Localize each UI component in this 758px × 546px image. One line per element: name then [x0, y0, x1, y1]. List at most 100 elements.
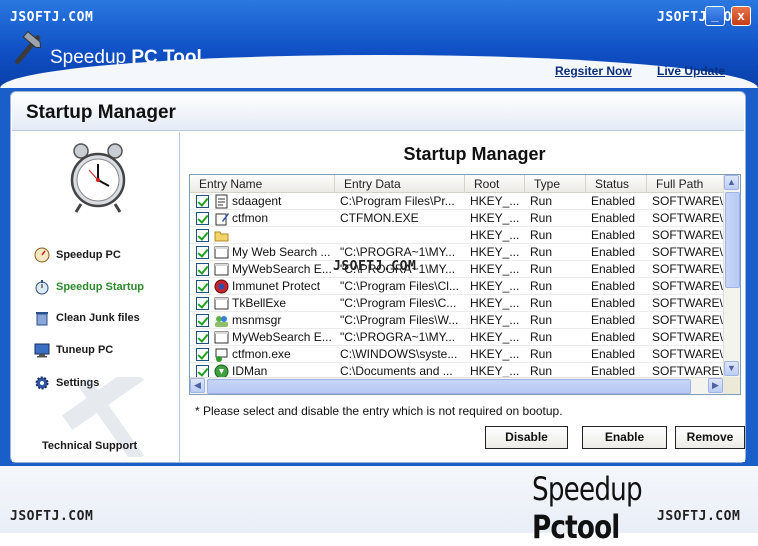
- table-row[interactable]: TkBellExe "C:\Program Files\C... HKEY_... R…: [190, 295, 724, 312]
- cell-type: Run: [530, 313, 553, 327]
- gear-icon: [35, 376, 49, 390]
- row-enabled-checkbox[interactable]: [196, 348, 209, 361]
- row-enabled-checkbox[interactable]: [196, 297, 209, 310]
- stopwatch-icon: [35, 280, 49, 295]
- cell-path: SOFTWARE\...: [652, 364, 724, 377]
- vertical-scrollbar[interactable]: ▲ ▼: [723, 175, 740, 377]
- cell-type: Run: [530, 330, 553, 344]
- hammer-logo-icon: [14, 30, 42, 65]
- monitor-icon: [34, 343, 50, 358]
- table-header: Entry Name Entry Data Root Type Status F…: [190, 175, 724, 193]
- table-row[interactable]: ctfmon CTFMON.EXE HKEY_... Run Enabled SOFTWA…: [190, 210, 724, 227]
- cell-status: Enabled: [591, 194, 636, 208]
- sidebar-item-speedup-startup[interactable]: Speedup Startup: [34, 277, 144, 297]
- cell-root: HKEY_...: [470, 330, 520, 344]
- minimize-button[interactable]: _: [705, 6, 725, 26]
- column-header-type[interactable]: Type: [525, 175, 586, 193]
- table-row[interactable]: MyWebSearch E... "C:\PROGRA~1\MY... HKEY_.…: [190, 261, 724, 278]
- folder-icon: [214, 231, 229, 242]
- cell-data: "C:\PROGRA~1\MY...: [340, 330, 456, 344]
- sidebar-item-speedup-pc[interactable]: Speedup PC: [34, 245, 121, 265]
- table-row[interactable]: HKEY_... Run Enabled SOFTWARE\...: [190, 227, 724, 244]
- cell-name: [230, 227, 335, 244]
- cell-root: HKEY_...: [470, 313, 520, 327]
- row-enabled-checkbox[interactable]: [196, 314, 209, 327]
- app-window: Speedup PC Tool JSOFTJ.COM JSOFTJ.COM _ …: [0, 0, 758, 546]
- scroll-down-button[interactable]: ▼: [724, 361, 739, 376]
- row-enabled-checkbox[interactable]: [196, 365, 209, 377]
- trash-icon: [36, 312, 48, 326]
- disable-button[interactable]: Disable: [485, 426, 568, 449]
- cell-data: "C:\Program Files\Cl...: [340, 279, 459, 293]
- scroll-right-button[interactable]: ▶: [708, 378, 723, 393]
- table-row[interactable]: Immunet Protect "C:\Program Files\Cl... HK…: [190, 278, 724, 295]
- table-row[interactable]: IDMan C:\Documents and ... HKEY_... Run Enab…: [190, 363, 724, 377]
- sidebar-item-tuneup-pc[interactable]: Tuneup PC: [34, 340, 113, 360]
- table-row[interactable]: MyWebSearch E... "C:\PROGRA~1\MY... HKEY_.…: [190, 329, 724, 346]
- row-enabled-checkbox[interactable]: [196, 246, 209, 259]
- cell-status: Enabled: [591, 245, 636, 259]
- row-enabled-checkbox[interactable]: [196, 263, 209, 276]
- startup-entries-table: Entry Name Entry Data Root Type Status F…: [189, 174, 741, 395]
- row-enabled-checkbox[interactable]: [196, 280, 209, 293]
- row-enabled-checkbox[interactable]: [196, 195, 209, 208]
- cell-type: Run: [530, 245, 553, 259]
- cell-name: My Web Search ...: [232, 245, 331, 259]
- technical-support-link[interactable]: Technical Support: [42, 440, 137, 452]
- cell-status: Enabled: [591, 211, 636, 225]
- cell-status: Enabled: [591, 330, 636, 344]
- scroll-left-button[interactable]: ◀: [190, 378, 205, 393]
- main-panel: Startup Manager Speedup PC Speedup Start…: [10, 91, 746, 463]
- cell-name: Immunet Protect: [232, 279, 321, 293]
- close-button[interactable]: x: [731, 6, 751, 26]
- horizontal-scrollbar[interactable]: ◀ ▶: [190, 377, 724, 394]
- footer-brand-light: Speedup: [532, 470, 643, 508]
- register-link[interactable]: Regsiter Now: [555, 64, 632, 78]
- row-enabled-checkbox[interactable]: [196, 212, 209, 225]
- speedometer-icon: [34, 247, 50, 263]
- cell-status: Enabled: [591, 296, 636, 310]
- column-header-full-path[interactable]: Full Path: [647, 175, 724, 193]
- cell-root: HKEY_...: [470, 211, 520, 225]
- live-update-link[interactable]: Live Update: [657, 64, 725, 78]
- cell-data: "C:\Program Files\W...: [340, 313, 459, 327]
- cell-path: SOFTWARE\...: [652, 313, 724, 327]
- scroll-up-button[interactable]: ▲: [724, 175, 739, 190]
- app-title-bold: PC Tool: [131, 47, 202, 68]
- sidebar-item-label: Clean Junk files: [56, 312, 140, 324]
- cell-type: Run: [530, 211, 553, 225]
- shield-icon: [214, 279, 229, 294]
- table-row[interactable]: My Web Search ... "C:\PROGRA~1\MY... HKEY_…: [190, 244, 724, 261]
- row-enabled-checkbox[interactable]: [196, 229, 209, 242]
- cell-name: msnmsgr: [232, 313, 282, 327]
- watermark-bottom-left: JSOFTJ.COM: [10, 509, 94, 524]
- content-title: Startup Manager: [403, 144, 546, 164]
- watermark-center: JSOFTJ.COM: [333, 259, 417, 274]
- content-area: Startup Manager Entry Name Entry Data Ro…: [182, 132, 745, 462]
- sidebar-item-clean-junk[interactable]: Clean Junk files: [34, 308, 140, 328]
- column-header-entry-name[interactable]: Entry Name: [190, 175, 335, 193]
- cell-status: Enabled: [591, 279, 636, 293]
- window-icon: [214, 246, 229, 259]
- table-row[interactable]: ctfmon.exe C:\WINDOWS\syste... HKEY_... Run…: [190, 346, 724, 363]
- table-row[interactable]: msnmsgr "C:\Program Files\W... HKEY_... Run…: [190, 312, 724, 329]
- table-row[interactable]: sdaagent C:\Program Files\Pr... HKEY_... Ru…: [190, 193, 724, 210]
- cell-type: Run: [530, 279, 553, 293]
- remove-button[interactable]: Remove: [675, 426, 745, 449]
- cell-status: Enabled: [591, 228, 636, 242]
- messenger-icon: [215, 316, 228, 327]
- instruction-note: * Please select and disable the entry wh…: [195, 404, 563, 418]
- cell-type: Run: [530, 228, 553, 242]
- column-header-entry-data[interactable]: Entry Data: [335, 175, 465, 193]
- cell-root: HKEY_...: [470, 228, 520, 242]
- column-header-root[interactable]: Root: [465, 175, 525, 193]
- enable-button[interactable]: Enable: [582, 426, 667, 449]
- vertical-scroll-thumb[interactable]: [725, 192, 740, 288]
- cell-name: MyWebSearch E...: [232, 262, 332, 276]
- column-header-status[interactable]: Status: [586, 175, 647, 193]
- horizontal-scroll-thumb[interactable]: [207, 379, 691, 394]
- cell-path: SOFTWARE\...: [652, 262, 724, 276]
- row-enabled-checkbox[interactable]: [196, 331, 209, 344]
- page-title: Startup Manager: [26, 102, 176, 123]
- cell-data: CTFMON.EXE: [340, 211, 419, 225]
